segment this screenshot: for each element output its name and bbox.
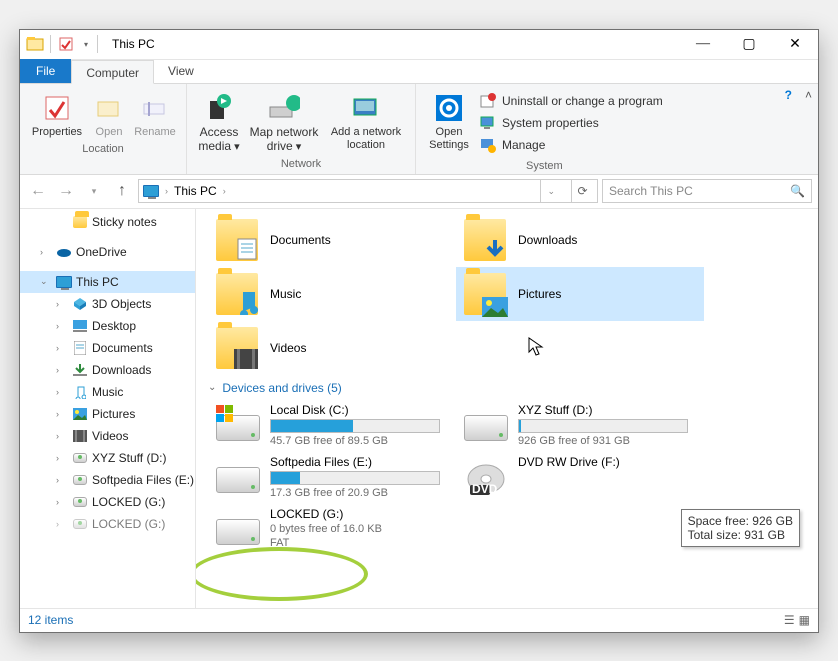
minimize-button[interactable]: — — [680, 29, 726, 59]
uninstall-program-button[interactable]: Uninstall or change a program — [480, 90, 663, 112]
drive-locked-g[interactable]: LOCKED (G:)0 bytes free of 16.0 KBFAT — [208, 503, 456, 553]
tree-locked-g[interactable]: ›LOCKED (G:) — [20, 491, 195, 513]
tree-locked-g-dup[interactable]: ›LOCKED (G:) — [20, 513, 195, 535]
view-tab[interactable]: View — [154, 59, 208, 83]
back-button[interactable]: ← — [26, 179, 50, 203]
navigation-pane[interactable]: Sticky notes ›OneDrive ⌄This PC ›3D Obje… — [20, 209, 196, 608]
highlight-circle — [196, 547, 368, 601]
ribbon: ? ˄ Properties Open Rename Location — [20, 84, 818, 175]
drive-dvd-f[interactable]: DVD DVD RW Drive (F:) — [456, 451, 704, 503]
collapse-ribbon-icon[interactable]: ˄ — [805, 88, 812, 102]
manage-button[interactable]: Manage — [480, 134, 663, 156]
window-title: This PC — [104, 37, 163, 51]
tree-desktop[interactable]: ›Desktop — [20, 315, 195, 337]
search-icon: 🔍 — [790, 184, 805, 198]
search-placeholder: Search This PC — [609, 184, 693, 198]
map-network-drive-button[interactable]: Map network drive ▾ — [245, 88, 323, 156]
group-label-location: Location — [26, 141, 180, 155]
rename-button: Rename — [130, 88, 180, 141]
folder-music[interactable]: Music — [208, 267, 456, 321]
status-bar: 12 items ☰ ▦ — [20, 608, 818, 632]
search-input[interactable]: Search This PC 🔍 — [602, 179, 812, 203]
tree-music[interactable]: ›Music — [20, 381, 195, 403]
open-settings-button[interactable]: Open Settings — [422, 88, 476, 158]
ribbon-group-network: Access media ▾ Map network drive ▾ Add a… — [187, 84, 416, 174]
address-bar: ← → ▾ ↑ › This PC › ⌄ ⟳ Search This PC 🔍 — [20, 175, 818, 209]
tree-softpedia-files[interactable]: ›Softpedia Files (E:) — [20, 469, 195, 491]
tree-this-pc[interactable]: ⌄This PC — [20, 271, 195, 293]
folders-section: Documents Downloads Music Pictures Video… — [208, 213, 818, 375]
folder-documents[interactable]: Documents — [208, 213, 456, 267]
ribbon-tabs: File Computer View — [20, 60, 818, 84]
details-view-icon[interactable]: ☰ — [784, 613, 795, 627]
tiles-view-icon[interactable]: ▦ — [799, 613, 810, 627]
open-button: Open — [88, 88, 130, 141]
tree-documents[interactable]: ›Documents — [20, 337, 195, 359]
drive-tooltip: Space free: 926 GB Total size: 931 GB — [681, 509, 800, 547]
folder-pictures[interactable]: Pictures — [456, 267, 704, 321]
content-pane[interactable]: Documents Downloads Music Pictures Video… — [196, 209, 818, 608]
maximize-button[interactable]: ▢ — [726, 29, 772, 59]
breadcrumb-root[interactable]: This PC — [174, 184, 217, 198]
access-media-button[interactable]: Access media ▾ — [193, 88, 245, 156]
system-properties-button[interactable]: System properties — [480, 112, 663, 134]
drive-local-c[interactable]: Local Disk (C:)45.7 GB free of 89.5 GB — [208, 399, 456, 451]
qat-dropdown-icon[interactable]: ▾ — [79, 33, 93, 55]
close-button[interactable]: ✕ — [772, 29, 818, 59]
tree-videos[interactable]: ›Videos — [20, 425, 195, 447]
file-tab[interactable]: File — [20, 59, 71, 83]
drive-softpedia-e[interactable]: Softpedia Files (E:)17.3 GB free of 20.9… — [208, 451, 456, 503]
tree-onedrive[interactable]: ›OneDrive — [20, 241, 195, 263]
quick-access-toolbar: ▾ — [20, 33, 104, 55]
tree-xyz-stuff[interactable]: ›XYZ Stuff (D:) — [20, 447, 195, 469]
qat-properties-icon[interactable] — [55, 33, 77, 55]
explorer-icon[interactable] — [24, 33, 46, 55]
properties-button[interactable]: Properties — [26, 88, 88, 141]
tree-3d-objects[interactable]: ›3D Objects — [20, 293, 195, 315]
up-button[interactable]: ↑ — [110, 179, 134, 203]
refresh-button[interactable]: ⟳ — [571, 180, 593, 202]
status-item-count: 12 items — [28, 613, 73, 627]
tree-downloads[interactable]: ›Downloads — [20, 359, 195, 381]
body: Sticky notes ›OneDrive ⌄This PC ›3D Obje… — [20, 209, 818, 608]
ribbon-group-system: Open Settings Uninstall or change a prog… — [416, 84, 673, 174]
svg-text:DVD: DVD — [472, 482, 498, 496]
drive-xyz-d[interactable]: XYZ Stuff (D:)926 GB free of 931 GB — [456, 399, 704, 451]
this-pc-icon — [143, 185, 159, 197]
add-network-location-button[interactable]: Add a network location — [323, 88, 409, 156]
group-label-system: System — [422, 158, 667, 172]
title-bar: ▾ This PC — ▢ ✕ — [20, 30, 818, 60]
help-icon[interactable]: ? — [785, 88, 792, 102]
tree-pictures[interactable]: ›Pictures — [20, 403, 195, 425]
group-label-network: Network — [193, 156, 409, 170]
folder-videos[interactable]: Videos — [208, 321, 456, 375]
computer-tab[interactable]: Computer — [71, 60, 154, 84]
address-box[interactable]: › This PC › ⌄ ⟳ — [138, 179, 598, 203]
address-dropdown-icon[interactable]: ⌄ — [540, 180, 561, 202]
explorer-window: ▾ This PC — ▢ ✕ File Computer View ? ˄ P… — [19, 29, 819, 633]
drives-header[interactable]: ⌄Devices and drives (5) — [208, 375, 818, 399]
forward-button[interactable]: → — [54, 179, 78, 203]
tree-sticky-notes[interactable]: Sticky notes — [20, 211, 195, 233]
folder-downloads[interactable]: Downloads — [456, 213, 704, 267]
ribbon-group-location: Properties Open Rename Location — [20, 84, 187, 174]
history-dropdown-button[interactable]: ▾ — [82, 179, 106, 203]
